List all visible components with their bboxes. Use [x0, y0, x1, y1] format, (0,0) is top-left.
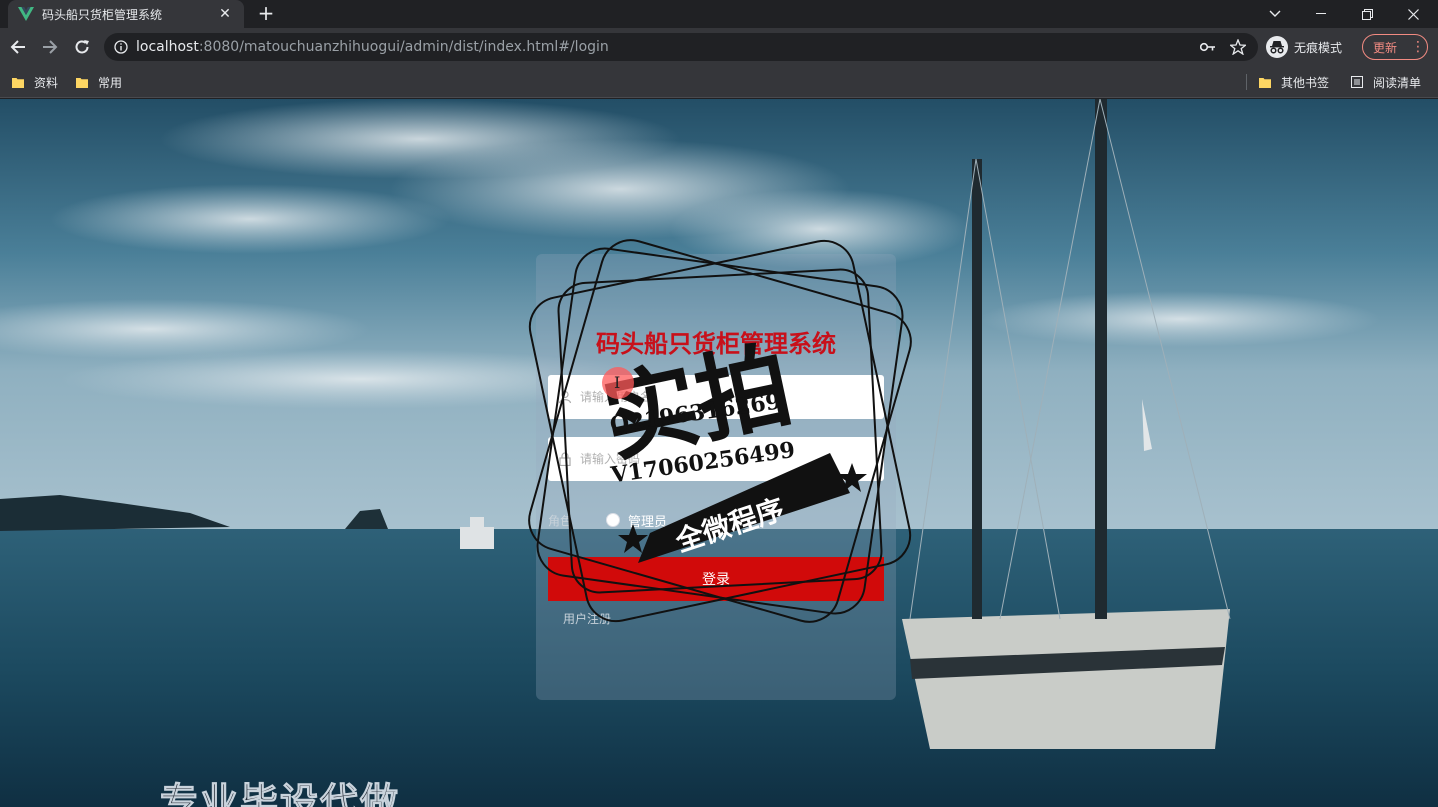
minimize-icon[interactable]: [1298, 0, 1344, 28]
back-arrow-icon[interactable]: [6, 35, 30, 59]
tab-strip: 码头船只货柜管理系统 ✕ +: [0, 0, 1438, 28]
url-text[interactable]: localhost:8080/matouchuanzhihuogui/admin…: [136, 39, 1188, 55]
role-selector: 角色 管理员: [548, 510, 667, 530]
bookmark-folder-changyong[interactable]: 常用: [76, 72, 122, 92]
close-window-icon[interactable]: [1390, 0, 1436, 28]
reading-list-button[interactable]: 阅读清单: [1351, 72, 1421, 92]
role-radio-admin[interactable]: [606, 513, 621, 527]
login-page: 码头船只货柜管理系统 角色 管理员 登录 用户注册 实拍 全微程序 Q2: [0, 99, 1438, 807]
incognito-indicator[interactable]: 无痕模式: [1266, 36, 1342, 58]
register-link[interactable]: 用户注册: [563, 610, 611, 627]
bookmarks-divider: [1246, 74, 1247, 90]
login-card: 码头船只货柜管理系统 角色 管理员 登录 用户注册: [536, 254, 896, 700]
bookmark-label: 其他书签: [1281, 75, 1330, 90]
login-title: 码头船只货柜管理系统: [596, 330, 836, 358]
bookmark-star-icon[interactable]: [1228, 37, 1248, 57]
tab-search-icon[interactable]: [1252, 0, 1298, 28]
restore-icon[interactable]: [1344, 0, 1390, 28]
update-label: 更新: [1373, 40, 1398, 55]
browser-toolbar: localhost:8080/matouchuanzhihuogui/admin…: [0, 28, 1438, 66]
bookmark-label: 资料: [34, 75, 59, 90]
bookmarks-bar: 资料 常用 其他书签 阅读清单: [0, 66, 1438, 98]
login-button[interactable]: 登录: [548, 557, 884, 601]
key-icon[interactable]: [1198, 37, 1218, 57]
tab-title: 码头船只货柜管理系统: [42, 7, 163, 22]
tab-close-icon[interactable]: ✕: [216, 6, 234, 22]
incognito-icon: [1266, 36, 1288, 58]
password-input[interactable]: [580, 452, 884, 466]
user-icon: [558, 390, 572, 404]
bookmark-folder-ziliao[interactable]: 资料: [12, 72, 58, 92]
new-tab-button[interactable]: +: [254, 2, 278, 26]
browser-tab[interactable]: 码头船只货柜管理系统 ✕: [8, 0, 244, 28]
bookmark-other-folder[interactable]: 其他书签: [1259, 72, 1329, 92]
role-label: 角色: [548, 513, 573, 528]
lock-icon: [559, 452, 571, 466]
text-cursor-icon: I: [614, 373, 621, 392]
reload-icon[interactable]: [70, 35, 94, 59]
folder-icon: [1259, 78, 1271, 88]
bookmark-label: 常用: [98, 75, 123, 90]
username-field[interactable]: [548, 375, 884, 419]
incognito-label: 无痕模式: [1294, 40, 1343, 55]
reading-list-icon: [1351, 76, 1363, 88]
update-button[interactable]: 更新 ⋮: [1362, 34, 1428, 60]
folder-icon: [12, 78, 24, 88]
bottom-banner: 专业毕设代做: [159, 780, 401, 807]
address-bar[interactable]: localhost:8080/matouchuanzhihuogui/admin…: [104, 33, 1258, 61]
forward-arrow-icon[interactable]: [38, 35, 62, 59]
vue-logo-icon: [18, 7, 34, 21]
site-info-icon[interactable]: [114, 40, 128, 54]
bookmark-label: 阅读清单: [1373, 75, 1422, 90]
password-field[interactable]: [548, 437, 884, 481]
folder-icon: [76, 78, 88, 88]
more-menu-icon[interactable]: ⋮: [1411, 40, 1425, 54]
role-option-label[interactable]: 管理员: [628, 511, 667, 530]
